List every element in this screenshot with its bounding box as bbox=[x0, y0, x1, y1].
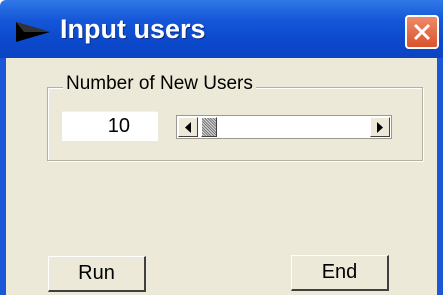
arrow-right-icon bbox=[16, 22, 50, 42]
window-title: Input users bbox=[60, 14, 206, 44]
user-count-field[interactable]: 10 bbox=[62, 111, 158, 141]
groupbox-label: Number of New Users bbox=[63, 73, 256, 95]
end-button[interactable]: End bbox=[291, 255, 389, 291]
title-bar[interactable]: Input users bbox=[0, 0, 443, 58]
user-count-scrollbar[interactable] bbox=[176, 115, 392, 139]
input-users-dialog: Input users Number of New Users 10 Run E… bbox=[0, 0, 443, 295]
run-button[interactable]: Run bbox=[48, 256, 146, 292]
dialog-body: Number of New Users 10 Run End bbox=[6, 58, 437, 295]
window-frame-right bbox=[437, 58, 443, 295]
user-count-value: 10 bbox=[107, 115, 130, 137]
scroll-left-icon bbox=[185, 122, 191, 133]
scroll-right-button[interactable] bbox=[370, 117, 390, 137]
scroll-thumb[interactable] bbox=[201, 117, 217, 137]
close-button[interactable] bbox=[405, 15, 439, 49]
scroll-left-button[interactable] bbox=[178, 117, 198, 137]
close-icon bbox=[413, 23, 431, 41]
scroll-right-icon bbox=[377, 122, 383, 133]
